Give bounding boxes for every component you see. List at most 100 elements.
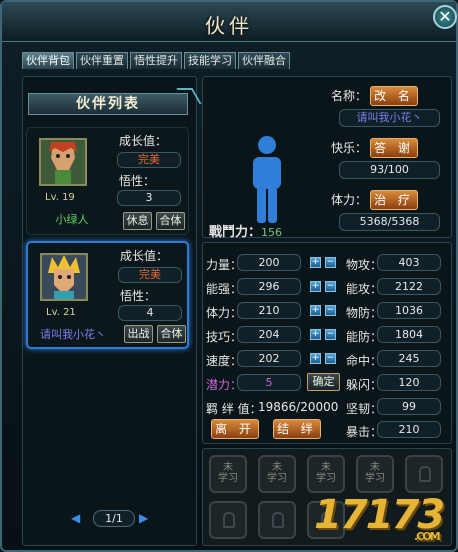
deploy-button[interactable]: 出战 [124,325,153,343]
growth-label: 成长值： [119,134,168,148]
hp-label: 体力： [331,193,368,207]
partner-card-1[interactable]: Lv. 19 小绿人 成长值： 完美 悟性： 3 休息 合体 [26,127,189,235]
hp-value: 5368/5368 [339,213,440,231]
skill-slot-unlearned[interactable]: 未学习 [307,455,345,493]
merge-button[interactable]: 合体 [156,212,185,230]
combat-power: 戰鬥力：156 [209,221,282,240]
close-button[interactable]: ✕ [433,5,457,29]
partner-info-panel: 戰鬥力：156 名称： 改 名 请叫我小花丶 快乐： 答 谢 93/100 体力… [202,76,452,240]
stat-value: 204 [237,326,301,343]
lock-icon [223,512,235,528]
title-bar: 伙伴 [2,2,456,42]
potential-value: 5 [237,374,301,391]
minus-icon[interactable]: − [325,353,336,364]
bond-button[interactable]: 结 绊 [273,419,321,439]
partner-window: 伙伴 ✕ 伙伴背包 伙伴重置 悟性提升 技能学习 伙伴融合 伙伴列表 Lv. 1… [0,0,458,552]
stat-value: 210 [377,421,441,438]
partner-name: 小绿人 [55,213,89,226]
skill-slot-text: 未 [272,462,282,473]
tab-partner-fusion[interactable]: 伙伴融合 [238,52,290,69]
next-page-button[interactable]: ▶ [139,511,148,525]
savvy-value: 3 [117,190,181,206]
bond-label: 羁 绊 值： [206,402,262,416]
partner-portrait-1[interactable] [39,138,87,186]
stat-value: 296 [237,278,301,295]
tab-bar: 伙伴背包 伙伴重置 悟性提升 技能学习 伙伴融合 [22,52,290,69]
prev-page-button[interactable]: ◀ [71,511,80,525]
combat-power-label: 戰鬥力： [209,225,262,240]
plus-icon[interactable]: + [310,329,321,340]
skill-slot-text: 未 [370,462,380,473]
savvy-label: 悟性： [119,174,156,188]
skill-slot-locked[interactable] [405,455,443,493]
merge-button[interactable]: 合体 [157,325,186,343]
skill-slot-text: 学习 [316,473,336,484]
name-label: 名称： [331,89,368,103]
rest-button[interactable]: 休息 [123,212,152,230]
stat-value: 200 [237,254,301,271]
stat-value: 403 [377,254,441,271]
skill-slot-locked[interactable] [258,501,296,539]
lock-icon [272,512,284,528]
stat-value: 99 [377,398,441,415]
leave-button[interactable]: 离 开 [211,419,259,439]
minus-icon[interactable]: − [325,257,336,268]
skill-slot-text: 学习 [365,473,385,484]
pager: ◀ 1/1 ▶ [71,509,171,529]
partner-card-2[interactable]: Lv. 21 请叫我小花丶 成长值： 完美 悟性： 4 出战 合体 [26,241,189,349]
rename-button[interactable]: 改 名 [370,86,418,106]
minus-icon[interactable]: − [325,281,336,292]
lock-icon [419,466,431,482]
stat-value: 1804 [377,326,441,343]
skill-slot-text: 学习 [218,473,238,484]
tab-partner-bag[interactable]: 伙伴背包 [22,52,74,69]
partner-name: 请叫我小花丶 [40,328,106,341]
partner-list-title: 伙伴列表 [28,93,188,115]
minus-icon[interactable]: − [325,305,336,316]
combat-power-value: 156 [261,226,283,239]
stat-value: 120 [377,374,441,391]
heal-button[interactable]: 治 疗 [370,190,418,210]
savvy-value: 4 [118,305,182,321]
confirm-button[interactable]: 确定 [307,373,340,391]
skill-slot-unlearned[interactable]: 未学习 [356,455,394,493]
stat-value: 202 [237,350,301,367]
skill-slot-locked[interactable] [209,501,247,539]
bond-value: 19866/20000 [258,400,339,414]
growth-value: 完美 [118,267,182,283]
growth-value: 完美 [117,152,181,168]
watermark-logo: 17173 .COM [314,492,454,546]
skill-slot-text: 未 [223,462,233,473]
plus-icon[interactable]: + [310,257,321,268]
growth-label: 成长值： [120,249,169,263]
partner-level: Lv. 19 [45,192,75,203]
partner-silhouette [249,135,285,225]
stats-panel: 力量： 200 + − 能强： 296 + − 体力： 210 + − 技巧： … [202,242,452,444]
partner-level: Lv. 21 [46,307,76,318]
savvy-label: 悟性： [120,289,157,303]
happy-label: 快乐： [331,141,368,155]
plus-icon[interactable]: + [310,353,321,364]
skill-slot-unlearned[interactable]: 未学习 [258,455,296,493]
stat-value: 2122 [377,278,441,295]
skill-slot-text: 未 [321,462,331,473]
happy-value: 93/100 [339,161,440,179]
skill-slot-unlearned[interactable]: 未学习 [209,455,247,493]
window-title: 伙伴 [205,14,253,38]
watermark-sub: .COM [414,530,441,543]
minus-icon[interactable]: − [325,329,336,340]
stat-value: 210 [237,302,301,319]
name-value: 请叫我小花丶 [339,109,440,127]
partner-list-panel: 伙伴列表 Lv. 19 小绿人 成长值： 完美 悟性： 3 休息 合体 Lv. … [22,76,197,546]
tab-skill-learn[interactable]: 技能学习 [184,52,236,69]
skill-slot-text: 学习 [267,473,287,484]
stat-value: 245 [377,350,441,367]
thank-button[interactable]: 答 谢 [370,138,418,158]
plus-icon[interactable]: + [310,305,321,316]
partner-portrait-2[interactable] [40,253,88,301]
stat-value: 1036 [377,302,441,319]
tab-partner-reset[interactable]: 伙伴重置 [76,52,128,69]
plus-icon[interactable]: + [310,281,321,292]
tab-savvy-upgrade[interactable]: 悟性提升 [130,52,182,69]
page-indicator: 1/1 [93,510,135,527]
